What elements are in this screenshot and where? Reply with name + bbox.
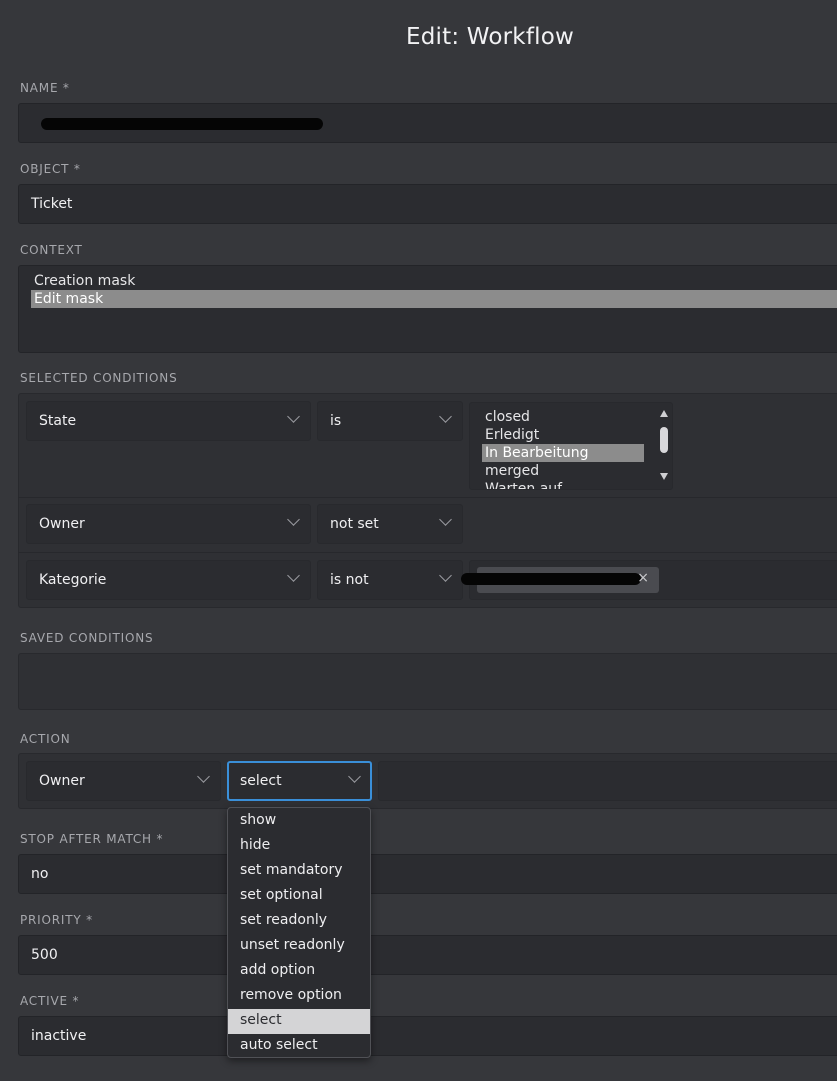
condition-operator-value: is not: [330, 572, 369, 588]
kategorie-token[interactable]: ×: [461, 567, 659, 593]
state-option[interactable]: merged: [482, 462, 644, 480]
chevron-down-icon: [287, 410, 300, 423]
state-values-listbox[interactable]: closed Erledigt In Bearbeitung merged Wa…: [469, 402, 673, 490]
context-label: CONTEXT: [20, 243, 83, 257]
chevron-down-icon: [439, 410, 452, 423]
condition-attribute-select-owner[interactable]: Owner: [26, 504, 311, 544]
close-icon[interactable]: ×: [637, 570, 649, 586]
chevron-down-icon: [439, 569, 452, 582]
saved-conditions-panel: [18, 653, 837, 710]
state-option[interactable]: closed: [482, 408, 644, 426]
dropdown-option-set-mandatory[interactable]: set mandatory: [228, 859, 370, 884]
stop-after-match-label: STOP AFTER MATCH *: [20, 832, 164, 846]
condition-attribute-value: State: [39, 413, 77, 429]
chevron-down-icon: [287, 569, 300, 582]
condition-row-divider: [18, 552, 837, 553]
object-select[interactable]: Ticket: [18, 184, 837, 224]
dropdown-option-hide[interactable]: hide: [228, 834, 370, 859]
action-attribute-value: Owner: [39, 773, 85, 789]
condition-attribute-value: Kategorie: [39, 572, 107, 588]
workflow-edit-modal: Edit: Workflow NAME * OBJECT * Ticket CO…: [0, 0, 837, 1081]
chevron-down-icon: [439, 513, 452, 526]
active-label: ACTIVE *: [20, 994, 80, 1008]
condition-operator-select-is-not[interactable]: is not: [317, 560, 463, 600]
condition-attribute-select-state[interactable]: State: [26, 401, 311, 441]
name-label: NAME *: [20, 81, 70, 95]
state-option[interactable]: Erledigt: [482, 426, 644, 444]
dropdown-option-add-option[interactable]: add option: [228, 959, 370, 984]
chevron-down-icon: [287, 513, 300, 526]
dropdown-option-set-optional[interactable]: set optional: [228, 884, 370, 909]
chevron-down-icon: [197, 770, 210, 783]
priority-label: PRIORITY *: [20, 913, 93, 927]
action-label: ACTION: [20, 732, 71, 746]
condition-operator-value: is: [330, 413, 342, 429]
scrollbar-thumb[interactable]: [660, 427, 668, 453]
condition-attribute-value: Owner: [39, 516, 85, 532]
saved-conditions-label: SAVED CONDITIONS: [20, 631, 154, 645]
scroll-up-arrow-icon[interactable]: [660, 410, 668, 417]
condition-attribute-select-kategorie[interactable]: Kategorie: [26, 560, 311, 600]
action-attribute-select[interactable]: Owner: [26, 761, 221, 801]
state-option-selected[interactable]: In Bearbeitung: [482, 444, 644, 462]
selected-conditions-label: SELECTED CONDITIONS: [20, 371, 178, 385]
dropdown-option-auto-select[interactable]: auto select: [228, 1034, 370, 1059]
context-option-edit-mask[interactable]: Edit mask: [31, 290, 837, 308]
context-listbox[interactable]: Creation mask Edit mask: [18, 265, 837, 353]
page-title: Edit: Workflow: [405, 24, 574, 50]
dropdown-option-unset-readonly[interactable]: unset readonly: [228, 934, 370, 959]
condition-operator-select-is[interactable]: is: [317, 401, 463, 441]
active-select[interactable]: inactive: [18, 1016, 837, 1056]
action-operation-dropdown[interactable]: show hide set mandatory set optional set…: [227, 807, 371, 1058]
action-value-field[interactable]: [378, 761, 837, 801]
priority-input[interactable]: 500: [18, 935, 837, 975]
object-label: OBJECT *: [20, 162, 81, 176]
name-input[interactable]: [18, 103, 837, 143]
scroll-down-arrow-icon[interactable]: [660, 473, 668, 480]
condition-operator-select-not-set[interactable]: not set: [317, 504, 463, 544]
condition-row-divider: [18, 497, 837, 498]
context-option-creation-mask[interactable]: Creation mask: [31, 272, 837, 290]
dropdown-option-select[interactable]: select: [228, 1009, 370, 1034]
dropdown-option-set-readonly[interactable]: set readonly: [228, 909, 370, 934]
action-operation-value: select: [240, 773, 282, 789]
condition-operator-value: not set: [330, 516, 379, 532]
state-option[interactable]: Warten auf Rückmeldung: [482, 480, 644, 489]
chevron-down-icon: [348, 770, 361, 783]
dropdown-option-remove-option[interactable]: remove option: [228, 984, 370, 1009]
redacted-token-text: [461, 573, 641, 585]
stop-after-match-select[interactable]: no: [18, 854, 837, 894]
action-operation-select[interactable]: select: [227, 761, 372, 801]
redacted-name-text: [41, 118, 323, 130]
dropdown-option-show[interactable]: show: [228, 809, 370, 834]
